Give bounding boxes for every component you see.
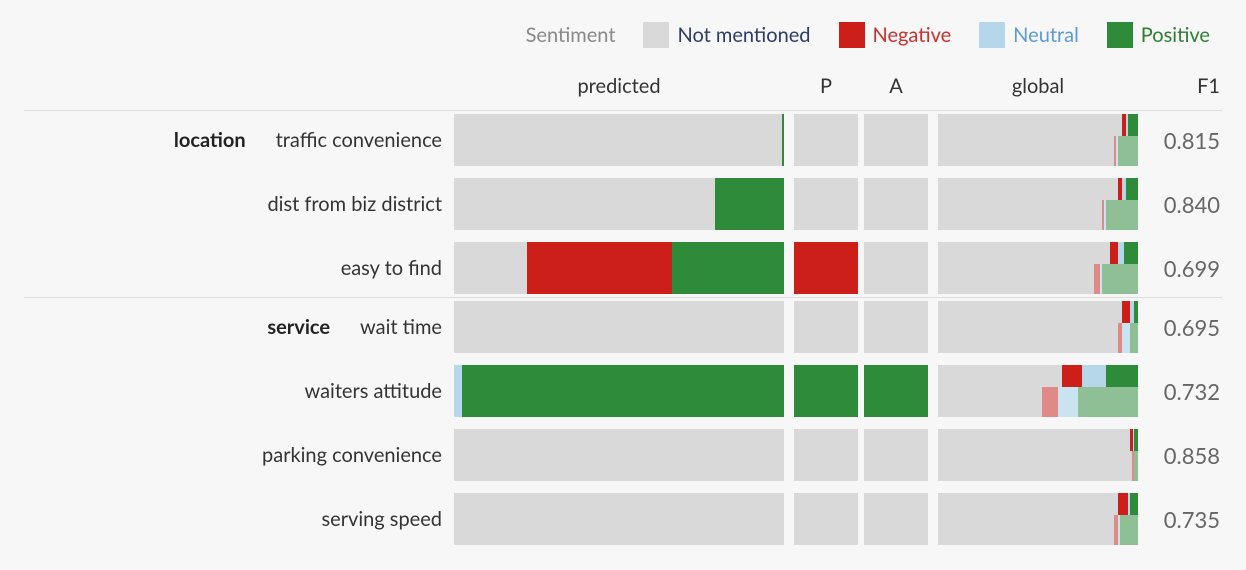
- f1-value: 0.695: [1150, 314, 1220, 341]
- global-bar: [938, 301, 1138, 353]
- p-bar: [794, 493, 858, 545]
- predicted-bar: [454, 365, 784, 417]
- a-bar: [864, 301, 928, 353]
- header-f1: F1: [1150, 74, 1220, 98]
- predicted-bar: [454, 301, 784, 353]
- aspect-label: wait time: [360, 315, 442, 339]
- table-row: locationtraffic convenience 0.815: [24, 111, 1222, 169]
- p-bar: [794, 114, 858, 166]
- f1-value: 0.815: [1150, 127, 1220, 154]
- global-bar: [938, 493, 1138, 545]
- legend-label: Positive: [1141, 23, 1210, 47]
- predicted-bar: [454, 493, 784, 545]
- aspect-label: parking convenience: [262, 443, 442, 467]
- table-row: servicewait time 0.695: [24, 298, 1222, 356]
- p-bar: [794, 429, 858, 481]
- aspect-label: serving speed: [322, 507, 443, 531]
- sentiment-aspect-chart: Sentiment Not mentioned Negative Neutral…: [0, 0, 1246, 548]
- header-a: A: [864, 74, 928, 98]
- legend-item-negative: Negative: [839, 22, 952, 48]
- aspect-label: waiters attitude: [304, 379, 442, 403]
- f1-value: 0.735: [1150, 506, 1220, 533]
- global-bar: [938, 114, 1138, 166]
- aspect-label: dist from biz district: [267, 192, 442, 216]
- predicted-bar: [454, 114, 784, 166]
- group-label: location: [126, 128, 276, 152]
- a-bar: [864, 493, 928, 545]
- a-bar: [864, 178, 928, 230]
- a-bar: [864, 429, 928, 481]
- f1-value: 0.699: [1150, 255, 1220, 282]
- global-bar: [938, 242, 1138, 294]
- f1-value: 0.732: [1150, 378, 1220, 405]
- global-bar: [938, 365, 1138, 417]
- aspect-label: easy to find: [341, 256, 442, 280]
- column-headers: predicted P A global F1: [24, 74, 1222, 110]
- swatch-negative: [839, 22, 865, 48]
- header-p: P: [794, 74, 858, 98]
- header-predicted: predicted: [454, 74, 784, 98]
- f1-value: 0.858: [1150, 442, 1220, 469]
- legend-title: Sentiment: [526, 23, 616, 47]
- legend-item-positive: Positive: [1107, 22, 1210, 48]
- legend-label: Neutral: [1013, 23, 1079, 47]
- predicted-bar: [454, 178, 784, 230]
- a-bar: [864, 365, 928, 417]
- a-bar: [864, 114, 928, 166]
- group-label: service: [210, 315, 360, 339]
- a-bar: [864, 242, 928, 294]
- rows-container: locationtraffic convenience 0.815 dist fro…: [24, 110, 1222, 548]
- table-row: dist from biz district 0.840: [24, 169, 1222, 233]
- swatch-positive: [1107, 22, 1133, 48]
- global-bar: [938, 429, 1138, 481]
- table-row: easy to find 0.699: [24, 233, 1222, 297]
- legend: Sentiment Not mentioned Negative Neutral…: [24, 16, 1222, 74]
- aspect-label: traffic convenience: [276, 128, 442, 152]
- swatch-neutral: [979, 22, 1005, 48]
- table-row: parking convenience 0.858: [24, 420, 1222, 484]
- global-bar: [938, 178, 1138, 230]
- p-bar: [794, 242, 858, 294]
- predicted-bar: [454, 429, 784, 481]
- legend-item-neutral: Neutral: [979, 22, 1079, 48]
- header-global: global: [938, 74, 1138, 98]
- legend-label: Negative: [873, 23, 952, 47]
- f1-value: 0.840: [1150, 191, 1220, 218]
- p-bar: [794, 301, 858, 353]
- table-row: waiters attitude 0.732: [24, 356, 1222, 420]
- swatch-not-mentioned: [643, 22, 669, 48]
- p-bar: [794, 365, 858, 417]
- predicted-bar: [454, 242, 784, 294]
- table-row: serving speed 0.735: [24, 484, 1222, 548]
- p-bar: [794, 178, 858, 230]
- legend-label: Not mentioned: [677, 23, 810, 47]
- legend-item-not-mentioned: Not mentioned: [643, 22, 810, 48]
